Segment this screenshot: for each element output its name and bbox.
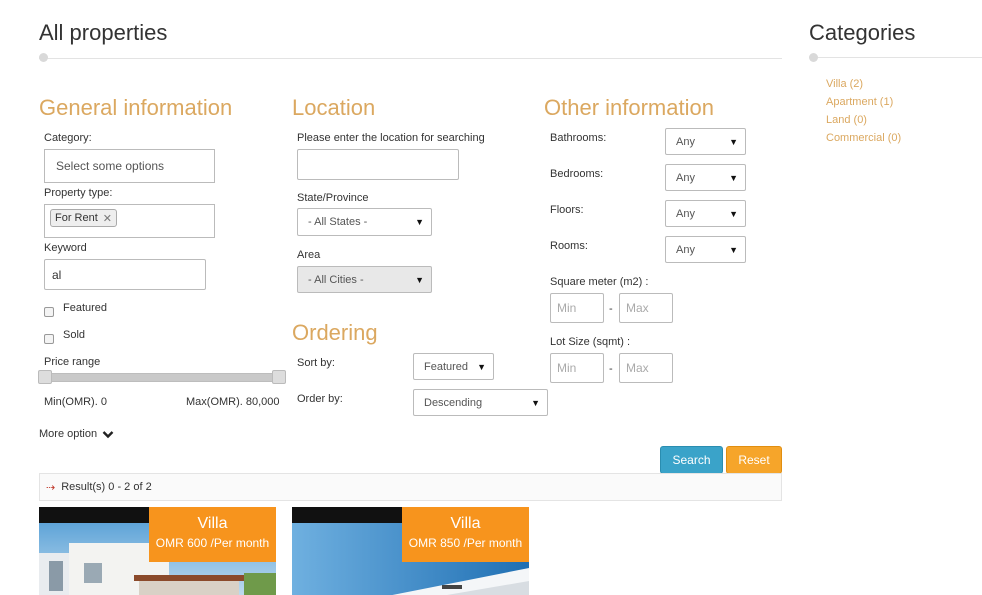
bathrooms-select[interactable]: Any ▼ (665, 128, 746, 155)
state-select[interactable]: - All States - ▼ (297, 208, 432, 236)
dropdown-caret-icon: ▼ (729, 172, 738, 183)
price-min-label: Min(OMR). 0 (44, 396, 107, 408)
divider-dot (39, 53, 48, 62)
listing-card[interactable]: Villa OMR 600 /Per month (39, 507, 276, 595)
floors-value: Any (676, 207, 695, 220)
property-type-tag-label: For Rent (55, 212, 98, 224)
property-type-label: Property type: (44, 187, 113, 199)
lot-size-label: Lot Size (sqmt) : (550, 336, 631, 348)
rooms-value: Any (676, 243, 695, 256)
listing-price: OMR 850 /Per month (408, 536, 523, 550)
area-value: - All Cities - (308, 273, 364, 286)
property-type-tag: For Rent ✕ (50, 209, 118, 227)
sort-by-label: Sort by: (297, 357, 335, 369)
arrow-right-icon: ⇢ (46, 481, 56, 494)
more-option-toggle[interactable]: More option (39, 428, 114, 440)
price-max-handle[interactable] (272, 370, 286, 384)
order-by-select[interactable]: Descending ▼ (413, 389, 548, 416)
dropdown-caret-icon: ▼ (729, 244, 738, 255)
floors-label: Floors: (550, 204, 584, 216)
other-info-heading: Other information (544, 95, 714, 120)
location-label: Please enter the location for searching (297, 132, 485, 144)
property-type-multiselect[interactable]: For Rent ✕ (44, 204, 215, 238)
sqm-max-input[interactable]: Max (619, 293, 673, 323)
results-count: Result(s) 0 - 2 of 2 (61, 481, 152, 493)
order-by-label: Order by: (297, 393, 343, 405)
location-heading: Location (292, 95, 376, 120)
dropdown-caret-icon: ▼ (531, 397, 540, 408)
location-input[interactable] (297, 149, 459, 180)
category-label: Category: (44, 132, 92, 144)
square-meter-label: Square meter (m2) : (550, 276, 649, 288)
category-link-commercial[interactable]: Commercial (0) (826, 132, 901, 144)
rooms-label: Rooms: (550, 240, 588, 252)
lot-max-placeholder: Max (626, 361, 649, 375)
category-link-villa[interactable]: Villa (2) (826, 78, 863, 90)
category-link-land[interactable]: Land (0) (826, 114, 867, 126)
remove-tag-icon[interactable]: ✕ (103, 212, 112, 225)
sqm-max-placeholder: Max (626, 301, 649, 315)
state-label: State/Province (297, 192, 369, 204)
listing-card[interactable]: Villa OMR 850 /Per month (292, 507, 529, 595)
bedrooms-value: Any (676, 171, 695, 184)
sold-label: Sold (63, 329, 86, 341)
sort-by-value: Featured (424, 360, 469, 373)
keyword-input[interactable]: al (44, 259, 206, 290)
area-label: Area (297, 249, 321, 261)
sort-by-select[interactable]: Featured ▼ (413, 353, 494, 380)
dropdown-caret-icon: ▼ (477, 361, 486, 372)
floors-select[interactable]: Any ▼ (665, 200, 746, 227)
state-value: - All States - (308, 216, 368, 228)
page-title: All properties (39, 20, 168, 45)
price-range-label: Price range (44, 356, 101, 368)
categories-title: Categories (809, 20, 916, 45)
bathrooms-label: Bathrooms: (550, 132, 607, 144)
keyword-value: al (52, 267, 62, 282)
featured-checkbox[interactable] (44, 307, 54, 317)
sqm-min-placeholder: Min (557, 301, 577, 315)
price-max-label: Max(OMR). 80,000 (186, 396, 280, 408)
featured-label: Featured (63, 302, 108, 314)
dropdown-caret-icon: ▼ (729, 136, 738, 147)
price-range-slider[interactable] (44, 373, 286, 382)
dropdown-caret-icon: ▼ (729, 208, 738, 219)
more-option-label: More option (39, 428, 98, 440)
listing-badge: Villa OMR 850 /Per month (402, 507, 529, 562)
order-by-value: Descending (424, 396, 483, 409)
search-button[interactable]: Search (660, 446, 723, 474)
lot-min-input[interactable]: Min (550, 353, 604, 383)
listing-type: Villa (197, 515, 228, 532)
results-bar: ⇢ Result(s) 0 - 2 of 2 (39, 473, 782, 501)
category-link-apartment[interactable]: Apartment (1) (826, 96, 893, 108)
bedrooms-select[interactable]: Any ▼ (665, 164, 746, 191)
lot-min-placeholder: Min (557, 361, 577, 375)
bedrooms-label: Bedrooms: (550, 168, 604, 180)
keyword-label: Keyword (44, 242, 87, 254)
dropdown-caret-icon: ▼ (415, 274, 424, 285)
ordering-heading: Ordering (292, 320, 378, 345)
bathrooms-value: Any (676, 135, 695, 148)
categories-divider (809, 57, 982, 58)
general-info-heading: General information (39, 95, 233, 120)
range-dash: - (609, 363, 613, 375)
dropdown-caret-icon: ▼ (415, 217, 424, 227)
lot-max-input[interactable]: Max (619, 353, 673, 383)
area-select[interactable]: - All Cities - ▼ (297, 266, 432, 293)
rooms-select[interactable]: Any ▼ (665, 236, 746, 263)
divider-dot (809, 53, 818, 62)
sqm-min-input[interactable]: Min (550, 293, 604, 323)
listing-price: OMR 600 /Per month (155, 536, 270, 550)
price-min-handle[interactable] (38, 370, 52, 384)
category-placeholder: Select some options (56, 159, 165, 173)
category-multiselect[interactable]: Select some options (44, 149, 215, 183)
listing-type: Villa (450, 515, 481, 532)
range-dash: - (609, 303, 613, 315)
listing-badge: Villa OMR 600 /Per month (149, 507, 276, 562)
title-divider (39, 58, 782, 59)
reset-button[interactable]: Reset (726, 446, 782, 474)
chevron-down-icon (102, 430, 114, 438)
sold-checkbox[interactable] (44, 334, 54, 344)
